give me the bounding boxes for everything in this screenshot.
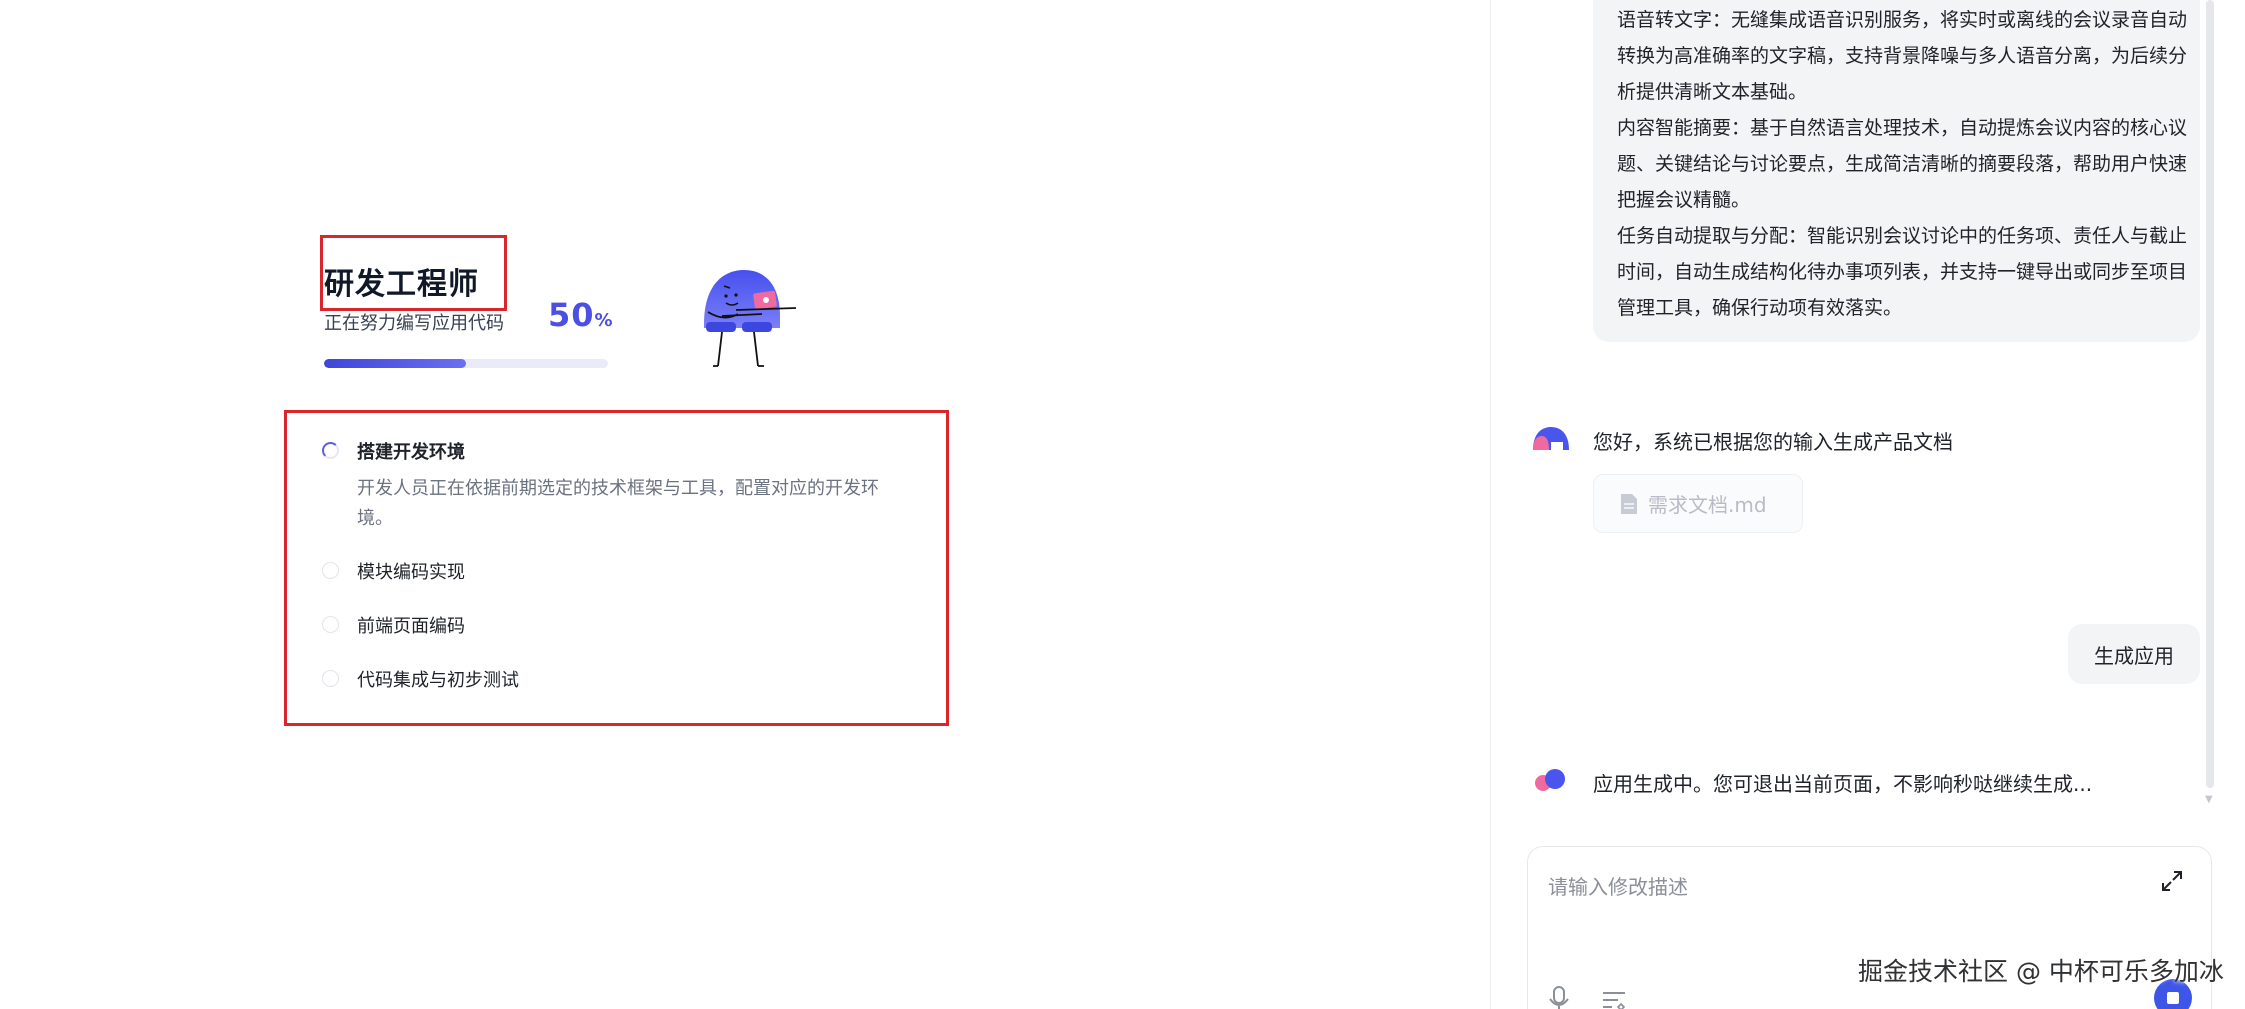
role-title: 研发工程师 bbox=[324, 267, 479, 302]
scrollbar-thumb[interactable] bbox=[2206, 0, 2214, 788]
circle-icon bbox=[322, 562, 339, 579]
stop-icon bbox=[2167, 992, 2179, 1004]
step-label: 前端页面编码 bbox=[357, 616, 465, 637]
bot-message: 您好，系统已根据您的输入生成产品文档 bbox=[1593, 430, 1953, 454]
engineer-mascot-icon bbox=[704, 270, 797, 367]
role-subtitle: 正在努力编写应用代码 bbox=[324, 313, 504, 334]
circle-icon bbox=[322, 670, 339, 687]
bot-avatar-icon bbox=[1535, 769, 1565, 791]
workflow-stage: 研发工程师 正在努力编写应用代码 50% 搭建开发环境 开发人员正在依据前期选定… bbox=[0, 0, 1490, 1009]
step-description: 开发人员正在依据前期选定的技术框架与工具，配置对应的开发环境。 bbox=[357, 478, 879, 529]
progress-bar-fill bbox=[324, 359, 466, 368]
progress-value: 50 bbox=[548, 296, 595, 334]
document-attachment[interactable]: 需求文档.md bbox=[1593, 474, 1803, 533]
circle-icon bbox=[322, 616, 339, 633]
step-label: 代码集成与初步测试 bbox=[357, 670, 519, 691]
requirement-paragraph: 内容智能摘要：基于自然语言处理技术，自动提炼会议内容的核心议题、关键结论与讨论要… bbox=[1617, 117, 2188, 211]
step-label: 模块编码实现 bbox=[357, 562, 465, 583]
requirement-text: 语音转文字：无缝集成语音识别服务，将实时或离线的会议录音自动转换为高准确率的文字… bbox=[1617, 2, 2189, 326]
bot-avatar-icon bbox=[1533, 427, 1569, 450]
modify-description-input[interactable] bbox=[1548, 867, 2128, 907]
bot-message: 应用生成中。您可退出当前页面，不影响秒哒继续生成... bbox=[1593, 772, 2093, 796]
expand-icon[interactable] bbox=[2160, 869, 2184, 893]
progress-bar bbox=[324, 359, 608, 368]
watermark-text: 掘金技术社区 @ 中杯可乐多加冰 bbox=[1858, 957, 2224, 986]
progress-percent: 50% bbox=[548, 296, 614, 334]
step-label: 搭建开发环境 bbox=[357, 442, 465, 463]
requirement-paragraph: 语音转文字：无缝集成语音识别服务，将实时或离线的会议录音自动转换为高准确率的文字… bbox=[1617, 9, 2188, 103]
chevron-down-icon[interactable]: ▼ bbox=[2205, 794, 2213, 805]
microphone-icon[interactable] bbox=[1546, 985, 1572, 1009]
chat-panel: 语音转文字：无缝集成语音识别服务，将实时或离线的会议录音自动转换为高准确率的文字… bbox=[1490, 0, 2245, 1009]
prompt-list-icon[interactable] bbox=[1600, 987, 1630, 1009]
spinner-icon bbox=[322, 442, 339, 459]
chat-scrollbar[interactable]: ▼ bbox=[2201, 0, 2215, 805]
user-message-bubble: 生成应用 bbox=[2068, 624, 2200, 684]
attachment-name: 需求文档.md bbox=[1648, 493, 1767, 517]
requirement-paragraph: 任务自动提取与分配：智能识别会议讨论中的任务项、责任人与截止时间，自动生成结构化… bbox=[1617, 225, 2188, 319]
progress-unit: % bbox=[594, 310, 614, 331]
document-icon bbox=[1621, 493, 1637, 514]
